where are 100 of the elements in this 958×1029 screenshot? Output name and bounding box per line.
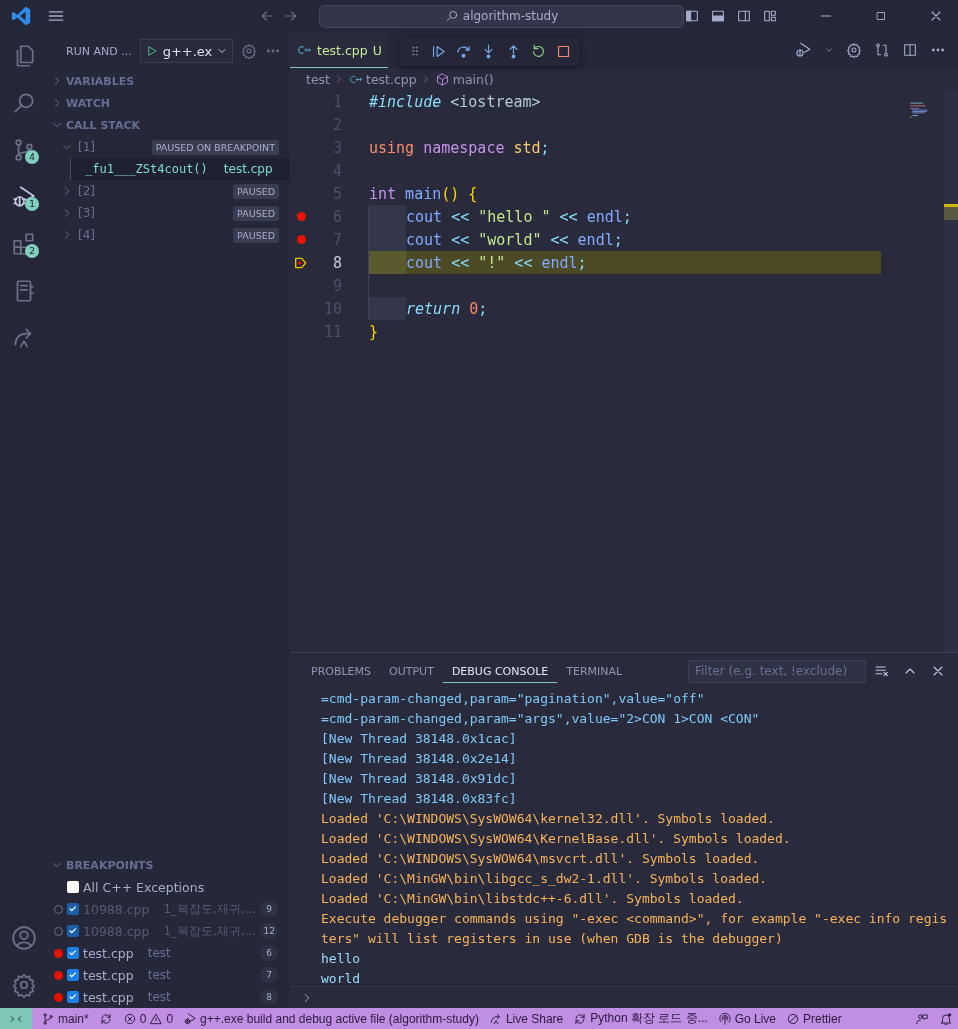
panel-toggle-icon[interactable] (710, 8, 726, 24)
check-icon (68, 970, 78, 980)
line-number-badge: 6 (260, 945, 278, 961)
extensions-icon (11, 230, 37, 257)
panel-tab[interactable]: TERMINAL (557, 659, 632, 683)
branch-button[interactable]: main* (36, 1008, 94, 1029)
checkbox[interactable] (67, 881, 79, 893)
filter-field[interactable]: Filter (e.g. text, !exclude) (688, 659, 866, 683)
debug-launch-button[interactable]: g++.exe build and debug active file (algorithm-study) (178, 1008, 484, 1029)
sidebar-title: RUN AND ... (66, 44, 132, 58)
file-name[interactable]: test.cpp (83, 945, 134, 961)
error-icon (122, 1011, 137, 1026)
launch-icon (183, 1011, 198, 1026)
console-line: Loaded 'C:\WINDOWS\SysWOW64\kernel32.dll'. Symbols loaded. (321, 810, 776, 828)
console-line: [New Thread 38148.0x91dc] (321, 770, 518, 788)
branch-icon (41, 1011, 55, 1026)
cube-icon (434, 71, 450, 87)
check-icon (68, 948, 78, 958)
prettier-button[interactable]: Prettier (781, 1008, 847, 1029)
status-badge: PAUSED (233, 227, 279, 243)
file-path: test (147, 968, 172, 982)
restart-icon[interactable] (530, 42, 547, 60)
breadcrumb-item[interactable]: main() (434, 71, 494, 87)
scrollbar[interactable] (944, 90, 958, 652)
extension-loading-status[interactable]: Python 확장 로드 중... (568, 1008, 713, 1029)
checkbox[interactable] (67, 947, 79, 959)
live-share-icon (488, 1011, 503, 1026)
breakpoint-dot[interactable] (296, 235, 306, 244)
line-number: 8 (331, 253, 342, 272)
split-editor-icon[interactable] (902, 42, 918, 58)
stack-frame[interactable]: _fu1___ZSt4cout() test.cpp (71, 158, 290, 180)
breakpoint-dot[interactable] (296, 212, 306, 221)
compare-icon[interactable] (874, 42, 890, 58)
console-line: world (321, 970, 362, 986)
line-number-badge: 9 (260, 901, 279, 917)
code-line: } (368, 321, 380, 343)
maximize-icon[interactable] (874, 9, 888, 23)
panel-tab[interactable]: DEBUG CONSOLE (442, 659, 558, 683)
function-name: _fu1___ZSt4cout() (85, 162, 208, 176)
breadcrumb-item[interactable]: test.cpp (348, 71, 417, 87)
checkbox[interactable] (67, 991, 79, 1003)
code-line: cout << "hello " << endl; (368, 205, 881, 228)
code-line: int main() { (368, 183, 479, 205)
file-name: test.cpp (223, 162, 273, 176)
problems-button[interactable]: 0 0 (117, 1008, 179, 1029)
console-line: Loaded 'C:\WINDOWS\SysWOW64\KernelBase.dll'. Symbols loaded. (321, 830, 792, 848)
breakpoint-label: All C++ Exceptions (83, 879, 205, 895)
checkbox[interactable] (67, 969, 79, 981)
run-debug-icon (11, 183, 37, 210)
line-number-badge: 7 (260, 967, 278, 983)
account-icon[interactable] (11, 924, 37, 951)
status-badge: PAUSED ON BREAKPOINT (151, 139, 279, 155)
checkbox[interactable] (67, 903, 79, 915)
launch-configuration-dropdown[interactable]: g++.ex (139, 39, 234, 63)
count-badge: 4 (25, 150, 39, 164)
console-line: [New Thread 38148.0x2e14] (321, 750, 518, 768)
settings-icon[interactable] (846, 42, 862, 58)
untracked-status: U (372, 42, 382, 58)
panel-tab[interactable]: OUTPUT (380, 659, 443, 683)
code-line: using namespace std; (368, 137, 551, 159)
back-arrow-icon[interactable] (259, 8, 276, 24)
status-badge: PAUSED (233, 205, 279, 221)
command-center-search[interactable]: algorithm-study (319, 4, 684, 28)
code-line: return 0; (368, 297, 881, 320)
go-live-icon (717, 1011, 732, 1026)
activity-bar-item[interactable]: 2 (0, 220, 46, 267)
loading-icon (573, 1011, 588, 1026)
feedback-icon (915, 1011, 929, 1026)
clear-console-icon[interactable] (874, 663, 890, 679)
go-live-button[interactable]: Go Live (712, 1008, 781, 1029)
live-share-button[interactable]: Live Share (483, 1008, 569, 1029)
secondary-sidebar-toggle-icon[interactable] (736, 8, 752, 24)
sync-icon (98, 1011, 113, 1026)
layout-icon[interactable] (762, 8, 778, 24)
app-logo-icon (10, 5, 32, 27)
settings-icon[interactable] (11, 971, 37, 998)
run-debug-icon[interactable] (794, 41, 812, 59)
checkbox[interactable] (67, 925, 79, 937)
settings-icon[interactable] (241, 43, 258, 59)
search-icon (444, 9, 459, 23)
console-line: Execute debugger commands using "-exec <command>", for example "-exec info registers" will list registers in use (when GDB is the debugger) (321, 910, 948, 948)
notifications-icon (939, 1011, 953, 1026)
activity-bar-item[interactable]: 1 (0, 173, 46, 220)
panel-tab[interactable]: PROBLEMS (302, 659, 381, 683)
file-name[interactable]: test.cpp (83, 989, 134, 1005)
console-line: =cmd-param-changed,param="args",value="2>CON 1>CON <CON" (321, 710, 761, 728)
console-line: hello (321, 950, 362, 968)
file-name[interactable]: test.cpp (83, 967, 134, 983)
breadcrumb-item[interactable]: test (306, 71, 330, 87)
check-icon (68, 992, 78, 1002)
file-path: test (147, 990, 172, 1004)
code-line: #include <iostream> (368, 91, 542, 113)
sidebar-toggle-icon[interactable] (684, 8, 700, 24)
console-line: Loaded 'C:\MinGW\bin\libgcc_s_dw2-1.dll'. Symbols loaded. (321, 870, 769, 888)
dropdown-caret-icon[interactable] (824, 45, 834, 55)
activity-bar-item[interactable]: 4 (0, 126, 46, 173)
prettier-icon (786, 1011, 800, 1026)
warning-icon (149, 1011, 164, 1026)
check-icon (68, 926, 78, 936)
line-number-badge: 8 (260, 989, 278, 1005)
